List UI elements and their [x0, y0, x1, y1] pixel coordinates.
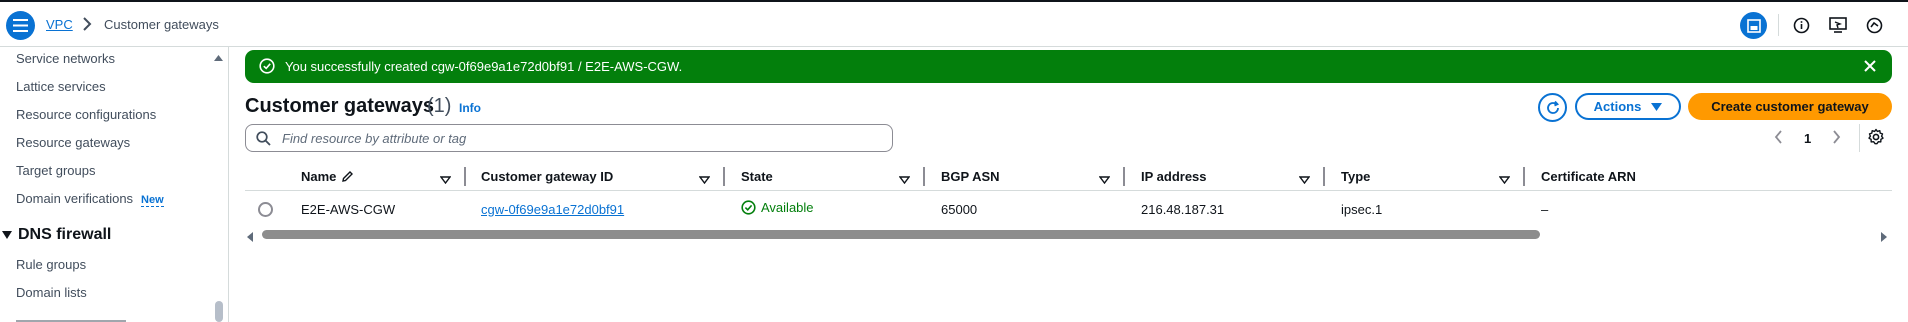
cell-type: ipsec.1: [1341, 202, 1383, 217]
next-page-icon[interactable]: [1832, 129, 1841, 150]
column-header-label: Name: [301, 168, 337, 184]
breadcrumb-current: Customer gateways: [104, 17, 219, 32]
sidebar-item-rule-groups[interactable]: Rule groups: [16, 257, 86, 272]
column-header-state[interactable]: State: [741, 162, 773, 190]
top-navigation-bar: VPC Customer gateways: [0, 0, 1908, 47]
sidebar-item-resource-configurations[interactable]: Resource configurations: [16, 107, 156, 122]
menu-icon[interactable]: [6, 11, 35, 40]
side-navigation: Service networks Lattice services Resour…: [0, 47, 229, 322]
edit-pencil-icon: [342, 170, 354, 182]
column-header-certificate-arn[interactable]: Certificate ARN: [1541, 162, 1636, 190]
sidebar-section-title: DNS firewall: [18, 226, 112, 243]
success-flash-banner: You successfully created cgw-0f69e9a1e72…: [245, 50, 1892, 83]
column-header-label: Type: [1341, 168, 1371, 184]
sidebar-item-target-groups[interactable]: Target groups: [16, 163, 96, 178]
sidebar-item-lattice-services[interactable]: Lattice services: [16, 79, 106, 94]
column-header-name[interactable]: Name: [301, 162, 354, 190]
close-icon[interactable]: [1862, 58, 1878, 79]
column-header-label: BGP ASN: [941, 168, 1000, 184]
horizontal-scrollbar-thumb[interactable]: [262, 230, 1540, 239]
column-header-bgp-asn[interactable]: BGP ASN: [941, 162, 1000, 190]
search-field[interactable]: [245, 124, 893, 152]
column-header-customer-gateway-id[interactable]: Customer gateway ID: [481, 162, 613, 190]
scroll-up-icon[interactable]: [214, 48, 223, 66]
gear-icon[interactable]: [1867, 128, 1885, 151]
cell-bgp-asn: 65000: [941, 202, 978, 217]
flash-message: You successfully created cgw-0f69e9a1e72…: [285, 59, 683, 74]
toolbar-divider: [1778, 14, 1779, 36]
column-header-label: Certificate ARN: [1541, 168, 1636, 184]
column-resizer[interactable]: [1523, 167, 1525, 186]
column-header-label: IP address: [1141, 168, 1207, 184]
info-link[interactable]: Info: [459, 101, 481, 115]
row-select-radio[interactable]: [258, 202, 273, 217]
new-badge: New: [141, 194, 164, 207]
column-header-label: Customer gateway ID: [481, 168, 614, 184]
caret-down-icon: [2, 231, 12, 239]
column-resizer[interactable]: [464, 167, 466, 186]
cell-ip-address: 216.48.187.31: [1141, 202, 1225, 217]
info-icon[interactable]: [1788, 12, 1815, 39]
caret-down-icon: [1651, 102, 1663, 111]
page-title: Customer gateways: [245, 95, 434, 117]
sidebar-item-service-networks[interactable]: Service networks: [16, 51, 115, 66]
column-resizer[interactable]: [923, 167, 925, 186]
feedback-icon[interactable]: [1861, 12, 1888, 39]
column-resizer[interactable]: [1323, 167, 1325, 186]
sidebar-scrollbar-thumb[interactable]: [215, 301, 223, 322]
sort-caret-icon[interactable]: [1498, 171, 1511, 189]
column-header-type[interactable]: Type: [1341, 162, 1370, 190]
cell-customer-gateway-id-link[interactable]: cgw-0f69e9a1e72d0bf91: [481, 202, 624, 217]
sort-caret-icon[interactable]: [1098, 171, 1111, 189]
sort-caret-icon[interactable]: [898, 171, 911, 189]
table-header-divider: [245, 190, 1892, 191]
actions-dropdown-button[interactable]: Actions: [1575, 93, 1681, 120]
sidebar-item-domain-verifications[interactable]: Domain verifications New: [16, 191, 164, 207]
sidebar-item-domain-lists[interactable]: Domain lists: [16, 285, 87, 300]
cell-name: E2E-AWS-CGW: [301, 202, 396, 217]
create-customer-gateway-button[interactable]: Create customer gateway: [1688, 93, 1892, 120]
tutorial-icon[interactable]: [1824, 12, 1851, 39]
status-label: Available: [761, 200, 814, 215]
sidebar-cutoff-item: [16, 315, 146, 322]
refresh-button[interactable]: [1538, 93, 1567, 122]
pagination-divider: [1859, 124, 1860, 152]
sidebar-section-dns-firewall[interactable]: DNS firewall: [2, 226, 111, 244]
chevron-right-icon: [82, 16, 92, 37]
actions-label: Actions: [1593, 99, 1642, 114]
previous-page-icon[interactable]: [1774, 129, 1783, 150]
search-icon: [256, 131, 271, 151]
page-number[interactable]: 1: [1804, 131, 1811, 146]
column-resizer[interactable]: [723, 167, 725, 186]
resource-count: (1): [427, 95, 452, 117]
column-resizer[interactable]: [1123, 167, 1125, 186]
column-header-ip-address[interactable]: IP address: [1141, 162, 1207, 190]
scroll-left-icon[interactable]: [247, 229, 254, 247]
sidebar-item-resource-gateways[interactable]: Resource gateways: [16, 135, 130, 150]
sort-caret-icon[interactable]: [439, 171, 452, 189]
panel-toggle-icon[interactable]: [1740, 12, 1767, 39]
sort-caret-icon[interactable]: [698, 171, 711, 189]
search-input[interactable]: [282, 129, 882, 147]
column-header-label: State: [741, 168, 773, 184]
sort-caret-icon[interactable]: [1298, 171, 1311, 189]
refresh-icon: [1546, 100, 1559, 114]
check-circle-icon: [741, 200, 756, 215]
check-circle-icon: [259, 58, 275, 79]
status-badge: Available: [741, 200, 814, 215]
cell-certificate-arn: –: [1541, 202, 1549, 217]
sidebar-item-label: Domain verifications: [16, 191, 134, 206]
breadcrumb-vpc-link[interactable]: VPC: [46, 17, 73, 32]
scroll-right-icon[interactable]: [1880, 229, 1887, 247]
